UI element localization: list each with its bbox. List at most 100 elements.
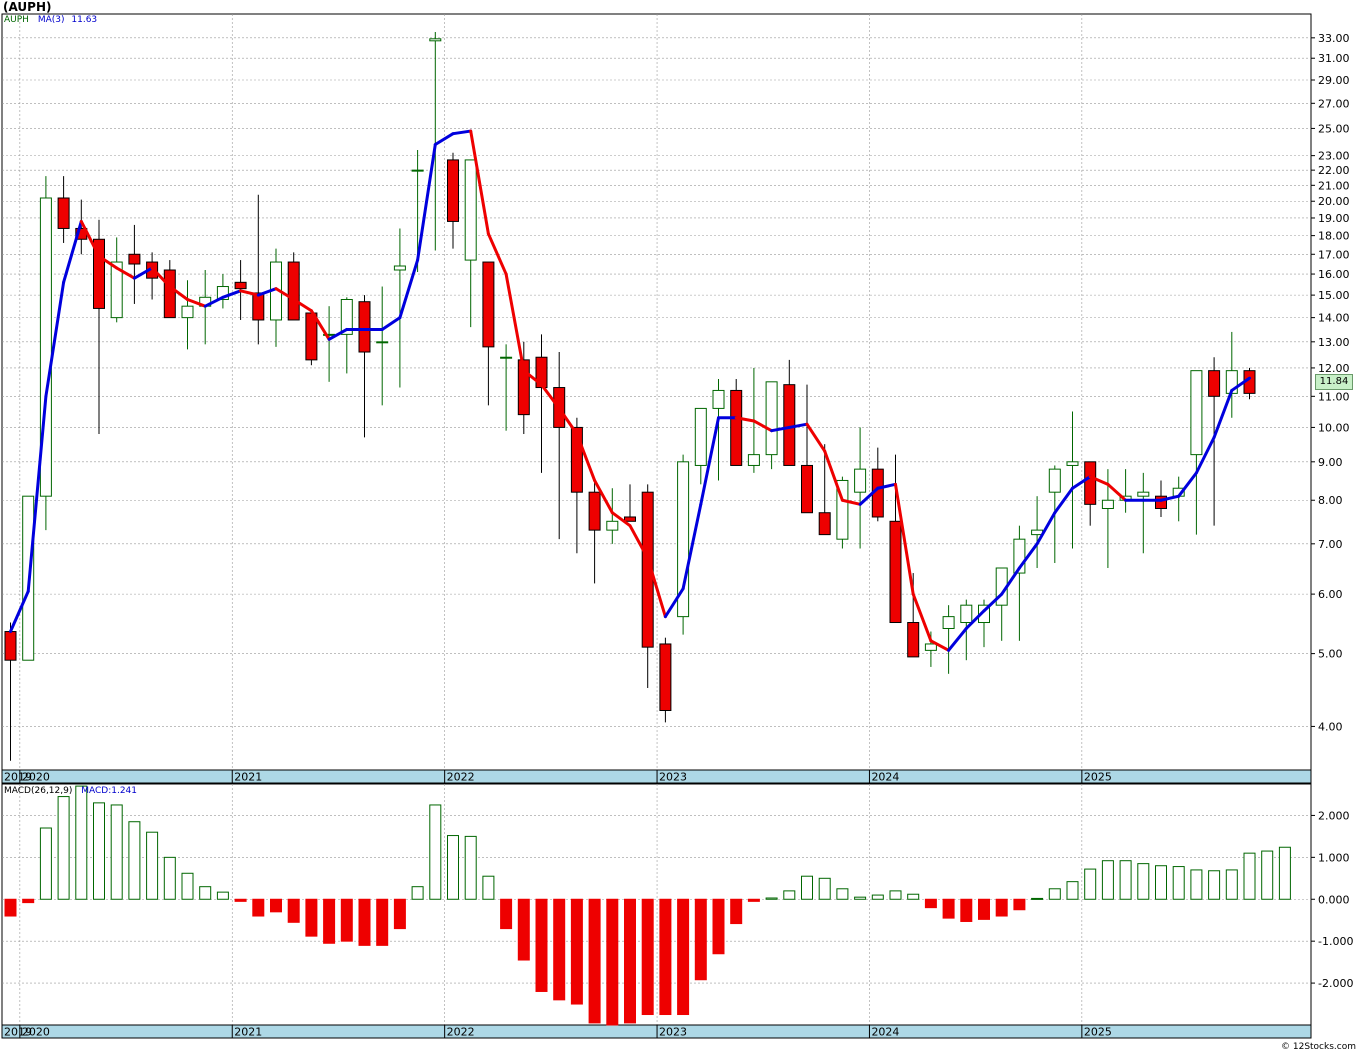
macd-bar bbox=[1243, 852, 1256, 900]
macd-bar bbox=[783, 890, 796, 900]
macd-bar bbox=[110, 804, 123, 900]
macd-bar bbox=[978, 898, 990, 920]
macd-bar bbox=[1278, 846, 1291, 900]
macd-bar bbox=[234, 898, 247, 902]
price-tick-label: 16.00 bbox=[1318, 268, 1350, 281]
legend-ma-value: 11.63 bbox=[71, 15, 98, 25]
macd-bar bbox=[340, 898, 353, 942]
macd-bar bbox=[22, 898, 35, 904]
stock-chart: 4.005.006.007.008.009.0010.0011.0012.001… bbox=[1, 13, 1353, 1039]
candle-body bbox=[854, 468, 867, 493]
macd-tick-label: -2.000 bbox=[1318, 977, 1353, 990]
macd-bar bbox=[960, 898, 973, 922]
price-tick-label: 6.00 bbox=[1318, 588, 1343, 601]
macd-bar bbox=[694, 898, 707, 981]
candle-body bbox=[482, 261, 495, 348]
macd-bar bbox=[553, 898, 566, 1001]
candle-body bbox=[659, 643, 672, 712]
candle-body bbox=[4, 631, 17, 661]
macd-bar bbox=[393, 898, 406, 930]
macd-bar bbox=[287, 898, 300, 923]
price-tick-label: 27.00 bbox=[1318, 97, 1350, 110]
macd-bar bbox=[1031, 897, 1044, 900]
candle-body bbox=[1101, 499, 1114, 510]
last-price-tag: 11.84 bbox=[1315, 374, 1353, 390]
macd-legend-value: MACD:1.241 bbox=[81, 786, 138, 796]
candle-body bbox=[1048, 468, 1061, 493]
candle-body bbox=[393, 265, 406, 271]
date-axis-label: 2025 bbox=[1084, 771, 1112, 784]
date-axis-label: 2023 bbox=[659, 771, 687, 784]
macd-bar bbox=[907, 893, 920, 900]
macd-bar bbox=[659, 898, 672, 1016]
date-axis-label: 2023 bbox=[659, 1026, 687, 1039]
price-tick-label: 8.00 bbox=[1318, 494, 1343, 507]
price-tick-label: 31.00 bbox=[1318, 52, 1350, 65]
macd-bar bbox=[376, 898, 389, 946]
legend-ma-label: MA(3) bbox=[37, 15, 65, 25]
macd-bar bbox=[181, 872, 194, 900]
price-tick-label: 14.00 bbox=[1318, 312, 1350, 325]
price-legend: AUPH MA(3) 11.63 bbox=[4, 15, 97, 25]
candle-body bbox=[1084, 461, 1097, 505]
macd-bar bbox=[1084, 868, 1097, 900]
macd-bar bbox=[570, 898, 583, 1005]
candle-body bbox=[128, 253, 141, 265]
candle-body bbox=[907, 622, 920, 658]
candle-body bbox=[783, 384, 796, 466]
candle-body bbox=[624, 516, 636, 522]
macd-bar bbox=[942, 898, 955, 919]
macd-bar bbox=[39, 827, 52, 900]
macd-bar bbox=[358, 898, 371, 946]
candle-body bbox=[447, 159, 459, 222]
candle-body bbox=[818, 512, 831, 536]
candle-body bbox=[730, 389, 743, 466]
candle-body bbox=[181, 305, 194, 319]
macd-bar bbox=[4, 898, 17, 917]
macd-bar bbox=[163, 856, 176, 900]
macd-tick-label: 2.000 bbox=[1318, 809, 1350, 822]
macd-bar bbox=[588, 898, 601, 1024]
macd-bar bbox=[75, 785, 88, 900]
price-tick-label: 12.00 bbox=[1318, 362, 1350, 375]
macd-bar bbox=[270, 898, 282, 913]
macd-bar bbox=[500, 898, 513, 930]
candle-body bbox=[57, 197, 70, 229]
price-tick-label: 25.00 bbox=[1318, 122, 1350, 135]
date-axis-label: 2021 bbox=[234, 771, 262, 784]
macd-legend-label: MACD(26,12,9) bbox=[4, 786, 73, 796]
macd-bar bbox=[1066, 881, 1079, 900]
macd-bar bbox=[677, 898, 690, 1016]
macd-bar bbox=[765, 897, 778, 900]
macd-bar bbox=[1261, 850, 1274, 900]
macd-bar bbox=[1208, 870, 1221, 900]
candle-body bbox=[606, 520, 619, 531]
price-tick-label: 23.00 bbox=[1318, 150, 1350, 163]
price-tick-label: 9.00 bbox=[1318, 456, 1343, 469]
price-tick-label: 19.00 bbox=[1318, 212, 1350, 225]
date-axis-label: 2021 bbox=[234, 1026, 262, 1039]
date-axis-band bbox=[1, 769, 1312, 784]
price-tick-label: 33.00 bbox=[1318, 32, 1350, 45]
macd-bar bbox=[429, 804, 442, 900]
date-axis-label: 2022 bbox=[447, 771, 475, 784]
date-axis-label: 2020 bbox=[22, 771, 50, 784]
price-tick-label: 7.00 bbox=[1318, 538, 1343, 551]
price-tick-label: 4.00 bbox=[1318, 720, 1343, 733]
price-panel-frame bbox=[1, 13, 1312, 771]
price-tick-label: 5.00 bbox=[1318, 648, 1343, 661]
macd-bar bbox=[836, 888, 849, 900]
candle-body bbox=[765, 381, 778, 456]
credit-text: © 12Stocks.com bbox=[1281, 1042, 1356, 1052]
price-tick-label: 17.00 bbox=[1318, 248, 1350, 261]
candle-body bbox=[1190, 370, 1203, 456]
macd-bar bbox=[924, 898, 937, 909]
macd-bar bbox=[854, 896, 867, 900]
candle-body bbox=[747, 454, 760, 466]
macd-bar bbox=[517, 898, 530, 961]
macd-bar bbox=[482, 875, 495, 900]
macd-bar bbox=[216, 891, 229, 900]
macd-bar bbox=[606, 898, 619, 1026]
macd-tick-label: -1.000 bbox=[1318, 935, 1353, 948]
price-tick-label: 29.00 bbox=[1318, 74, 1350, 87]
